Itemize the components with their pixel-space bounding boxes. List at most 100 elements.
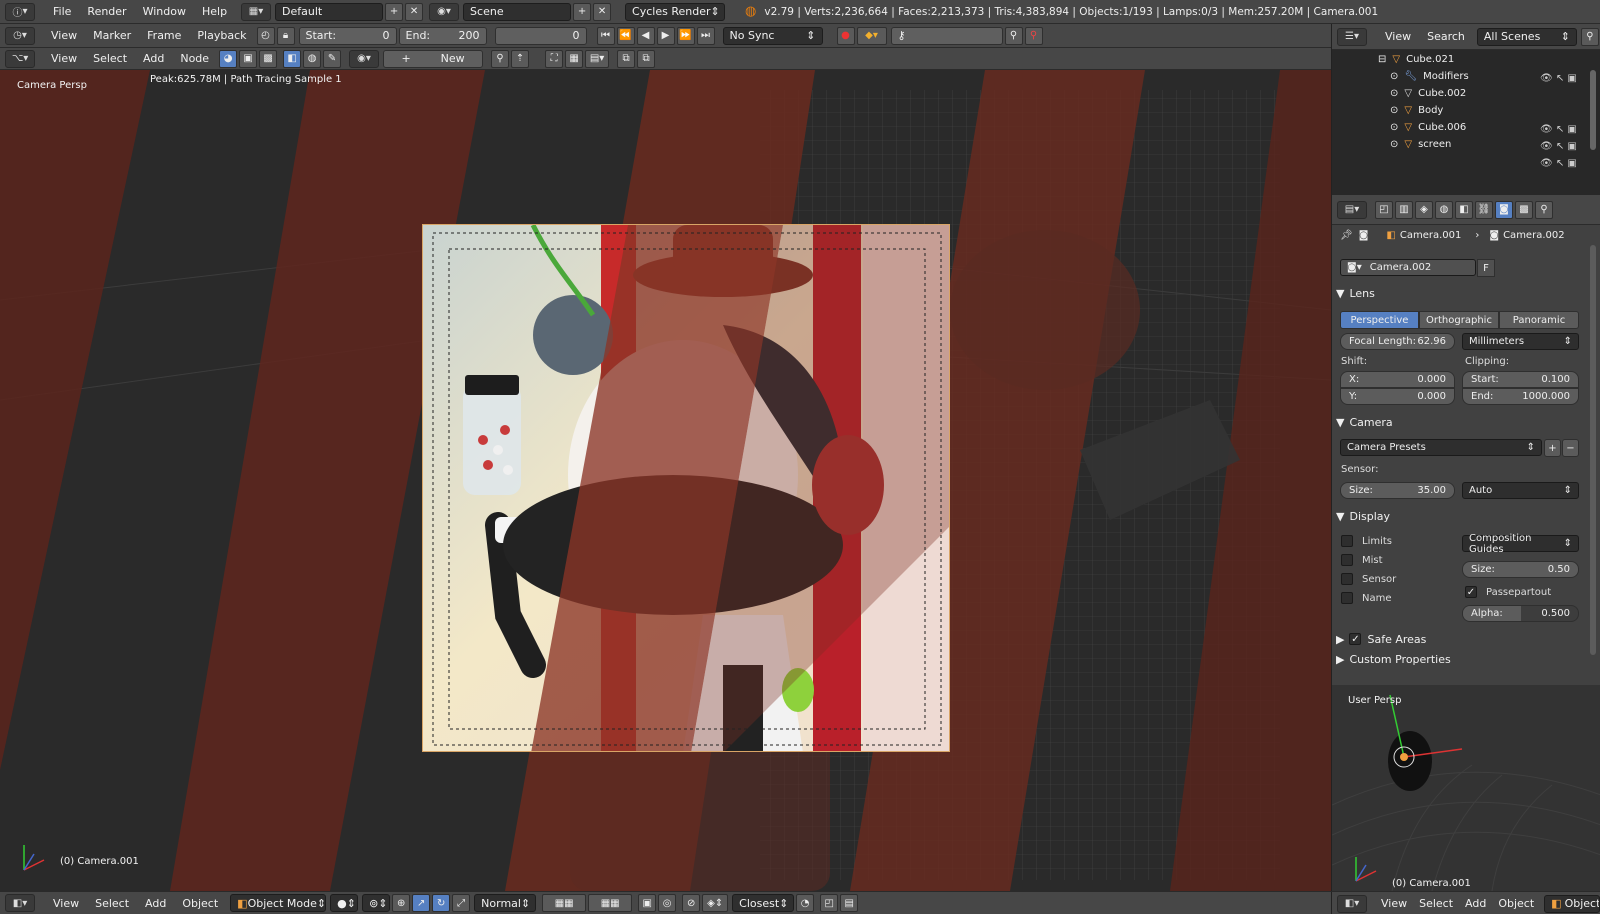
- tab-world[interactable]: ◍: [1435, 200, 1453, 219]
- screen-layout-field[interactable]: Default: [275, 2, 384, 21]
- current-frame-field[interactable]: 0: [494, 26, 587, 45]
- add-scene-button[interactable]: +: [573, 2, 592, 21]
- render-engine-dropdown[interactable]: Cycles Render ⇕: [625, 2, 726, 21]
- remove-scene-button[interactable]: ✕: [593, 2, 612, 21]
- lock-camera-button[interactable]: ▣: [638, 894, 657, 912]
- view3d-menu-object[interactable]: Object: [174, 897, 226, 910]
- lens-tab-panoramic[interactable]: Panoramic: [1499, 311, 1579, 329]
- display-panel-header[interactable]: ▼ Display: [1336, 507, 1590, 525]
- view3d-menu-add[interactable]: Add: [137, 897, 174, 910]
- compositing-nodes-button[interactable]: ▣: [239, 49, 258, 68]
- eye-icon[interactable]: 👁︎ ↖ ▣: [1540, 155, 1588, 172]
- screen-layout-selector[interactable]: ▦ ▾: [241, 2, 272, 21]
- pivot-dropdown[interactable]: ⊚⇕: [362, 894, 391, 912]
- editor-type-node-button[interactable]: ⌥ ▾: [5, 49, 35, 68]
- layer-buttons[interactable]: ▦▦: [542, 894, 587, 912]
- tab-object[interactable]: ◧: [1455, 200, 1473, 219]
- sensor-checkbox[interactable]: Sensor: [1341, 573, 1396, 585]
- limits-checkbox[interactable]: Limits: [1341, 535, 1392, 547]
- translate-manipulator-button[interactable]: ↗: [412, 894, 431, 912]
- add-preset-button[interactable]: +: [1544, 439, 1561, 457]
- node-menu-view[interactable]: View: [43, 52, 85, 65]
- eye-icon[interactable]: [1540, 87, 1588, 104]
- menu-window[interactable]: Window: [135, 5, 194, 18]
- lens-tab-orthographic[interactable]: Orthographic: [1419, 311, 1499, 329]
- outliner-search-button[interactable]: ⚲: [1580, 27, 1599, 46]
- preview-range-button[interactable]: ◴: [256, 26, 275, 45]
- lens-unit-dropdown[interactable]: Millimeters ⇕: [1462, 333, 1579, 350]
- play-reverse-button[interactable]: ◀: [636, 26, 655, 45]
- opengl-anim-button[interactable]: ▤: [840, 894, 859, 912]
- viewport-3d[interactable]: Camera Persp Peak:625.78M | Path Tracing…: [0, 70, 1331, 891]
- safe-areas-panel-header[interactable]: ▶ ✓ Safe Areas: [1336, 630, 1590, 648]
- pin-button[interactable]: ⚲: [491, 49, 510, 68]
- shading-dropdown[interactable]: ●⇕: [330, 894, 359, 912]
- tab-render-layers[interactable]: ▥: [1395, 200, 1413, 219]
- editor-type-timeline-button[interactable]: ◷ ▾: [5, 26, 35, 45]
- remove-layout-button[interactable]: ✕: [405, 2, 424, 21]
- sensor-fit-dropdown[interactable]: Auto ⇕: [1462, 482, 1579, 499]
- camera-presets-dropdown[interactable]: Camera Presets ⇕: [1340, 439, 1542, 456]
- tab-texture[interactable]: ▩: [1515, 200, 1533, 219]
- backdrop-button[interactable]: ▤▾: [585, 49, 610, 68]
- delete-keyframe-button[interactable]: ⚲: [1024, 26, 1043, 45]
- editor-type-3dview-button-2[interactable]: ◧ ▾: [1337, 894, 1367, 913]
- outliner-row[interactable]: ⊟ ▽ Cube.021: [1332, 51, 1587, 68]
- view3d-menu-view[interactable]: View: [45, 897, 87, 910]
- remove-preset-button[interactable]: −: [1562, 439, 1579, 457]
- editor-type-properties-button[interactable]: ▤ ▾: [1337, 200, 1367, 219]
- pin-icon[interactable]: 📌︎: [1340, 230, 1353, 241]
- clip-start-field[interactable]: Start: 0.100: [1462, 371, 1579, 388]
- timeline-menu-frame[interactable]: Frame: [139, 29, 189, 42]
- outliner-menu-search[interactable]: Search: [1419, 30, 1473, 43]
- keying-set-field[interactable]: ⚷: [890, 26, 1003, 45]
- lens-panel-header[interactable]: ▼ Lens: [1336, 284, 1590, 302]
- mini-viewport-3d[interactable]: User Persp (0) Camera.001: [1332, 685, 1600, 891]
- fake-user-button[interactable]: F: [1477, 259, 1495, 277]
- object-shader-button[interactable]: ◧: [283, 49, 302, 68]
- keying-set-button[interactable]: ◆▾: [856, 26, 887, 45]
- editor-type-outliner-button[interactable]: ☰ ▾: [1337, 27, 1367, 46]
- manipulator-toggle[interactable]: ⊕: [392, 894, 411, 912]
- node-menu-node[interactable]: Node: [172, 52, 217, 65]
- sync-mode-dropdown[interactable]: No Sync ⇕: [722, 26, 823, 45]
- lock-range-button[interactable]: 🔒︎: [276, 26, 295, 45]
- jump-end-button[interactable]: ⏭: [696, 26, 715, 45]
- name-checkbox[interactable]: Name: [1341, 592, 1392, 604]
- transform-orientation-dropdown[interactable]: Normal ⇕: [474, 894, 537, 912]
- interaction-mode-dropdown[interactable]: ◧ Object Mode ⇕: [230, 894, 327, 912]
- rotate-manipulator-button[interactable]: ↻: [432, 894, 451, 912]
- render-preview-button[interactable]: ◔: [796, 894, 815, 912]
- custom-properties-panel-header[interactable]: ▶ Custom Properties: [1336, 650, 1590, 668]
- texture-nodes-button[interactable]: ▩: [259, 49, 278, 68]
- material-browse-button[interactable]: ◉ ▾: [349, 49, 380, 68]
- mini-menu-select[interactable]: Select: [1413, 897, 1459, 910]
- snap-toggle-button[interactable]: ⛶: [545, 49, 564, 68]
- camera-panel-header[interactable]: ▼ Camera: [1336, 413, 1590, 431]
- timeline-menu-playback[interactable]: Playback: [189, 29, 254, 42]
- scene-selector[interactable]: ◉ ▾: [429, 2, 460, 21]
- focal-length-field[interactable]: Focal Length: 62.96: [1340, 333, 1455, 350]
- view3d-menu-select[interactable]: Select: [87, 897, 137, 910]
- tab-constraints[interactable]: ⛓: [1475, 200, 1493, 219]
- outliner-filter-dropdown[interactable]: All Scenes ⇕: [1476, 27, 1577, 46]
- node-menu-select[interactable]: Select: [85, 52, 135, 65]
- timeline-menu-view[interactable]: View: [43, 29, 85, 42]
- copy-nodes-button[interactable]: ⧉: [617, 49, 636, 68]
- next-key-button[interactable]: ⏩: [676, 26, 695, 45]
- go-parent-button[interactable]: ⇡: [511, 49, 530, 68]
- insert-keyframe-button[interactable]: ⚲: [1004, 26, 1023, 45]
- clip-end-field[interactable]: End: 1000.000: [1462, 388, 1579, 405]
- tab-physics[interactable]: ⚲: [1535, 200, 1553, 219]
- outliner-tree[interactable]: ⊟ ▽ Cube.021 ⊙ 🔧︎ Modifiers ⊙ ▽ Cube.002 ⊙ ▽ Bod…: [1332, 50, 1600, 195]
- eye-icon[interactable]: 👁︎ ↖ ▣: [1540, 138, 1588, 155]
- mini-mode-dropdown[interactable]: ◧Object Mo: [1544, 894, 1600, 913]
- sensor-size-field[interactable]: Size: 35.00: [1340, 482, 1455, 499]
- eye-icon[interactable]: 👁︎ ↖ ▣: [1540, 121, 1588, 138]
- mini-menu-object[interactable]: Object: [1492, 897, 1540, 910]
- alpha-slider[interactable]: Alpha: 0.500: [1462, 605, 1579, 622]
- timeline-menu-marker[interactable]: Marker: [85, 29, 139, 42]
- snap-target-dropdown[interactable]: Closest ⇕: [732, 894, 795, 912]
- world-shader-button[interactable]: ◍: [303, 49, 322, 68]
- composition-guides-dropdown[interactable]: Composition Guides ⇕: [1462, 533, 1579, 555]
